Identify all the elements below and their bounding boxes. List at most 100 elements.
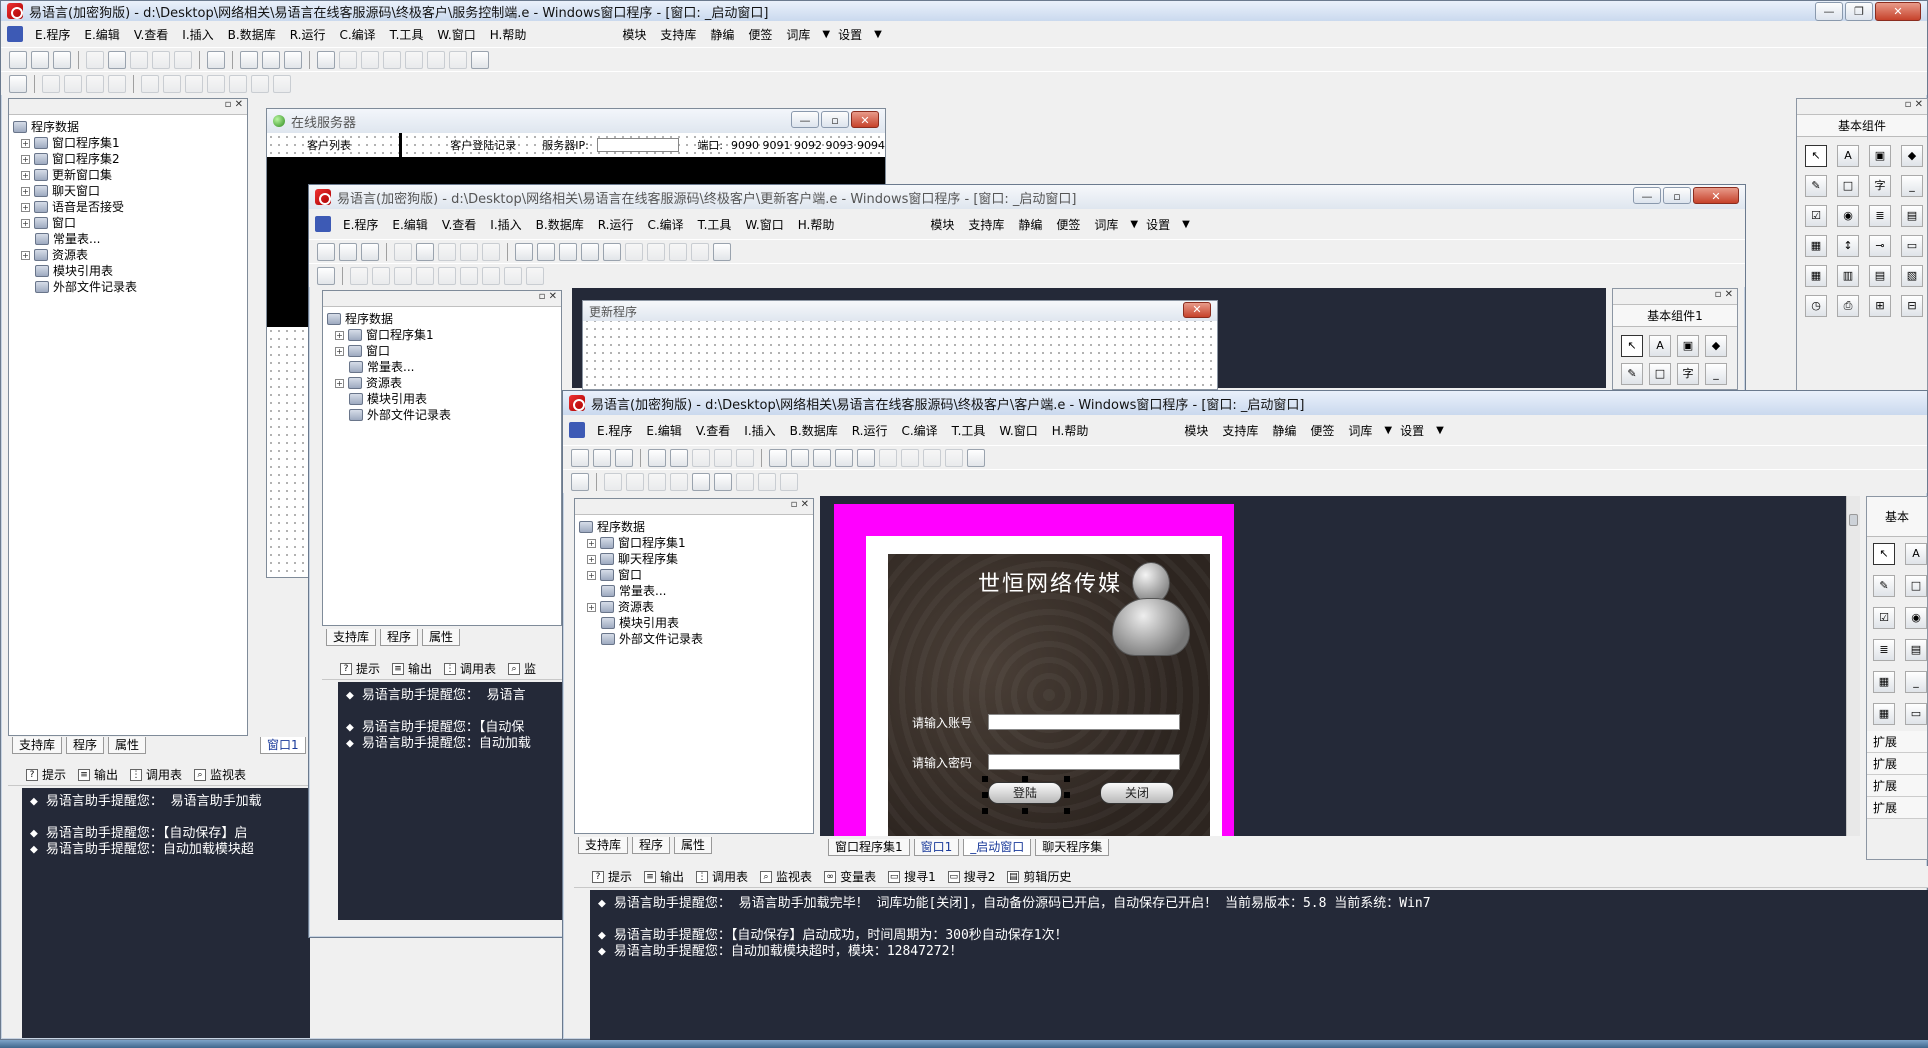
close-form-button[interactable]: 关闭 xyxy=(1100,782,1174,804)
menu-settings[interactable]: 设置 xyxy=(832,24,868,45)
expand-icon[interactable]: + xyxy=(21,218,30,228)
timer-icon[interactable]: ◷ xyxy=(1805,295,1827,317)
close-button[interactable]: ✕ xyxy=(1183,302,1211,318)
step-icon[interactable] xyxy=(669,242,687,261)
step-icon[interactable] xyxy=(361,50,379,69)
menu-tools[interactable]: T.工具 xyxy=(692,214,738,235)
tree-node[interactable]: 常量表... xyxy=(13,231,243,247)
tree-node[interactable]: + 资源表 xyxy=(579,599,809,615)
undo-icon[interactable] xyxy=(482,242,500,261)
tab-properties[interactable]: 属性 xyxy=(422,628,461,646)
menu-insert[interactable]: I.插入 xyxy=(484,214,527,235)
menu-notes[interactable]: 便签 xyxy=(1304,420,1340,441)
tab-program[interactable]: 程序 xyxy=(380,628,419,646)
list-icon[interactable]: ≣ xyxy=(1873,639,1895,661)
menu-program[interactable]: E.程序 xyxy=(337,214,384,235)
tab-search1[interactable]: ▭ 搜寻1 xyxy=(888,868,936,885)
menu-database[interactable]: B.数据库 xyxy=(784,420,844,441)
menu-tools[interactable]: T.工具 xyxy=(946,420,992,441)
extension-item[interactable]: 扩展 xyxy=(1867,797,1927,819)
tree-node[interactable]: + 窗口 xyxy=(327,343,557,359)
tab-output[interactable]: ≡ 输出 xyxy=(644,868,684,885)
expand-icon[interactable]: + xyxy=(587,554,596,564)
tree-node[interactable]: + 聊天窗口 xyxy=(13,183,243,199)
tree-node[interactable]: 模块引用表 xyxy=(579,615,809,631)
slider-icon[interactable]: ⊸ xyxy=(1869,235,1891,257)
menu-edit[interactable]: E.编辑 xyxy=(386,214,433,235)
tab-watch[interactable]: ⌕ 监视表 xyxy=(194,766,246,783)
line-icon[interactable]: _ xyxy=(1905,671,1927,693)
menu-edit[interactable]: E.编辑 xyxy=(78,24,125,45)
maximize-button[interactable]: ▫ xyxy=(821,111,849,128)
tree-node[interactable]: + 窗口 xyxy=(13,215,243,231)
stop-icon[interactable] xyxy=(339,50,357,69)
tree-node[interactable]: + 窗口程序集1 xyxy=(327,327,557,343)
tab-startup-window[interactable]: _启动窗口 xyxy=(963,838,1032,856)
paste-icon[interactable] xyxy=(130,50,148,69)
expand-icon[interactable]: + xyxy=(21,154,30,164)
run-icon[interactable] xyxy=(857,448,875,467)
chevron-down-icon[interactable]: ▼ xyxy=(1130,219,1138,230)
maximize-button[interactable]: ❐ xyxy=(1845,2,1873,21)
edit-icon[interactable]: ✎ xyxy=(1805,175,1827,197)
menu-view[interactable]: V.查看 xyxy=(436,214,482,235)
menu-settings[interactable]: 设置 xyxy=(1140,214,1176,235)
frame-icon[interactable]: □ xyxy=(1905,575,1927,597)
menu-help[interactable]: H.帮助 xyxy=(792,214,841,235)
step-icon[interactable] xyxy=(383,50,401,69)
align-icon[interactable] xyxy=(108,74,126,93)
menu-insert[interactable]: I.插入 xyxy=(176,24,219,45)
line-icon[interactable]: _ xyxy=(1705,363,1727,385)
tree-node[interactable]: 外部文件记录表 xyxy=(13,279,243,295)
selection-handle[interactable] xyxy=(982,808,988,814)
step-icon[interactable] xyxy=(923,448,941,467)
tree-root[interactable]: 程序数据 xyxy=(327,311,557,327)
mid-window-titlebar[interactable]: 易语言(加密狗版) - d:\Desktop\网络相关\易语言在线客服源码\终极… xyxy=(309,185,1745,209)
expand-icon[interactable]: + xyxy=(21,202,30,212)
maximize-button[interactable]: ▫ xyxy=(1663,187,1691,204)
shape-icon[interactable]: ◆ xyxy=(1901,145,1923,167)
picture-icon[interactable]: ▣ xyxy=(1869,145,1891,167)
selection-handle[interactable] xyxy=(1022,808,1028,814)
tab-chat-module[interactable]: 聊天程序集 xyxy=(1035,838,1110,856)
progress-icon[interactable]: ▭ xyxy=(1901,235,1923,257)
tab-call-table[interactable]: ⋮ 调用表 xyxy=(444,660,496,677)
layout-icon[interactable] xyxy=(240,50,258,69)
align-icon[interactable] xyxy=(714,472,732,491)
menu-run[interactable]: R.运行 xyxy=(284,24,332,45)
open-file-icon[interactable] xyxy=(593,448,611,467)
network-icon[interactable]: ⊞ xyxy=(1869,295,1891,317)
server-ip-input[interactable] xyxy=(596,138,680,152)
picture-icon[interactable]: ▣ xyxy=(1677,335,1699,357)
combo-icon[interactable]: ▤ xyxy=(1901,205,1923,227)
expand-icon[interactable]: + xyxy=(587,602,596,612)
copy-icon[interactable] xyxy=(416,242,434,261)
tree-node[interactable]: + 聊天程序集 xyxy=(579,551,809,567)
menu-program[interactable]: E.程序 xyxy=(591,420,638,441)
menu-notes[interactable]: 便签 xyxy=(1050,214,1086,235)
align-icon[interactable] xyxy=(604,472,622,491)
undo-icon[interactable] xyxy=(736,448,754,467)
printer-icon[interactable]: ⎙ xyxy=(1837,295,1859,317)
tabs-icon[interactable]: ▦ xyxy=(1805,235,1827,257)
selection-handle[interactable] xyxy=(1064,808,1070,814)
save-icon[interactable] xyxy=(615,448,633,467)
scrollbar-thumb[interactable] xyxy=(1849,514,1858,526)
tab-output[interactable]: ≡ 输出 xyxy=(78,766,118,783)
menu-edit[interactable]: E.编辑 xyxy=(640,420,687,441)
save-icon[interactable] xyxy=(361,242,379,261)
menu-compile[interactable]: C.编译 xyxy=(641,214,689,235)
tree-node[interactable]: + 资源表 xyxy=(13,247,243,263)
layout-icon[interactable] xyxy=(262,50,280,69)
tab-watch[interactable]: ⌕ 监视表 xyxy=(760,868,812,885)
frame-icon[interactable]: □ xyxy=(1649,363,1671,385)
expand-icon[interactable]: + xyxy=(335,330,344,340)
tree-node[interactable]: + 窗口程序集2 xyxy=(13,151,243,167)
new-file-icon[interactable] xyxy=(9,50,27,69)
align-icon[interactable] xyxy=(86,74,104,93)
label-icon[interactable]: A xyxy=(1905,543,1927,565)
layout-icon[interactable] xyxy=(791,448,809,467)
binoculars-icon[interactable] xyxy=(967,448,985,467)
extension-item[interactable]: 扩展 xyxy=(1867,731,1927,753)
open-file-icon[interactable] xyxy=(31,50,49,69)
